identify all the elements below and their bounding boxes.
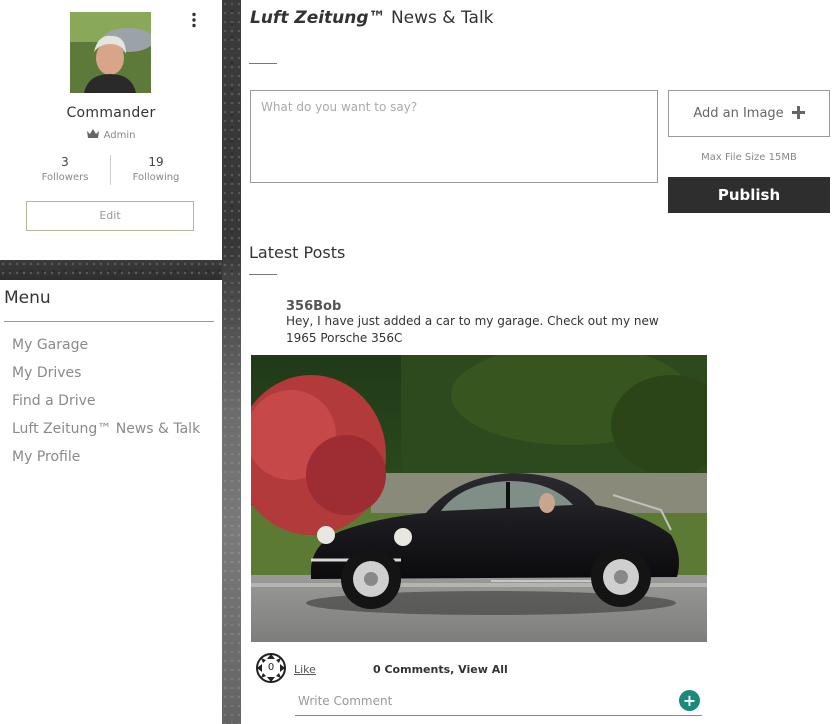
profile-role-label: Admin <box>103 130 136 141</box>
post-input[interactable] <box>251 91 657 182</box>
add-comment-plus-icon[interactable]: + <box>679 690 700 711</box>
background-road-stripe <box>222 240 241 724</box>
following-stat[interactable]: 19 Following <box>111 155 201 183</box>
post-image[interactable] <box>251 355 707 642</box>
like-button[interactable]: Like <box>294 663 316 676</box>
menu-item-news-talk[interactable]: Luft Zeitung™ News & Talk <box>12 421 200 437</box>
avatar[interactable] <box>70 12 151 93</box>
page-title: Luft Zeitung™ News & Talk <box>250 8 494 28</box>
max-file-size-note: Max File Size 15MB <box>701 152 797 163</box>
plus-icon <box>791 103 805 124</box>
comment-input[interactable] <box>295 690 671 712</box>
add-image-button[interactable]: Add an Image <box>668 90 830 137</box>
add-image-label: Add an Image <box>693 106 784 121</box>
reaction-count: 0 <box>267 662 275 673</box>
comment-field <box>295 690 702 716</box>
post-author[interactable]: 356Bob <box>286 299 341 314</box>
post-composer <box>250 90 658 183</box>
background-texture-gap <box>0 260 222 280</box>
view-all-comments-link[interactable]: View All <box>458 663 508 676</box>
menu-item-my-drives[interactable]: My Drives <box>12 365 81 381</box>
page-title-rest: News & Talk <box>385 8 494 28</box>
menu-item-my-profile[interactable]: My Profile <box>12 449 80 465</box>
followers-label: Followers <box>41 172 89 183</box>
comments-summary: 0 Comments, View All <box>373 663 508 676</box>
reaction-icon[interactable]: 0 <box>256 653 286 683</box>
comments-count-label: 0 Comments, <box>373 663 459 676</box>
title-underline <box>249 63 277 64</box>
menu-item-find-a-drive[interactable]: Find a Drive <box>12 393 96 409</box>
profile-role: Admin <box>0 129 222 141</box>
publish-button[interactable]: Publish <box>668 177 830 213</box>
followers-stat[interactable]: 3 Followers <box>20 155 110 183</box>
profile-card: Commander Admin 3 Followers 19 Following… <box>0 0 222 260</box>
sidebar-menu: Menu My Garage My Drives Find a Drive Lu… <box>0 280 222 724</box>
menu-title: Menu <box>4 288 51 308</box>
followers-count: 3 <box>61 155 69 169</box>
more-options-icon[interactable] <box>187 12 201 28</box>
latest-posts-underline <box>249 274 277 275</box>
profile-name: Commander <box>66 105 156 121</box>
following-count: 19 <box>148 155 164 169</box>
post-text: Hey, I have just added a car to my garag… <box>286 314 659 345</box>
following-label: Following <box>132 172 180 183</box>
latest-posts-heading: Latest Posts <box>249 243 346 262</box>
menu-item-my-garage[interactable]: My Garage <box>12 337 88 353</box>
edit-profile-button[interactable]: Edit <box>26 201 194 231</box>
crown-icon <box>86 129 99 141</box>
page-title-brand: Luft Zeitung™ <box>250 8 386 28</box>
menu-divider <box>4 321 214 322</box>
